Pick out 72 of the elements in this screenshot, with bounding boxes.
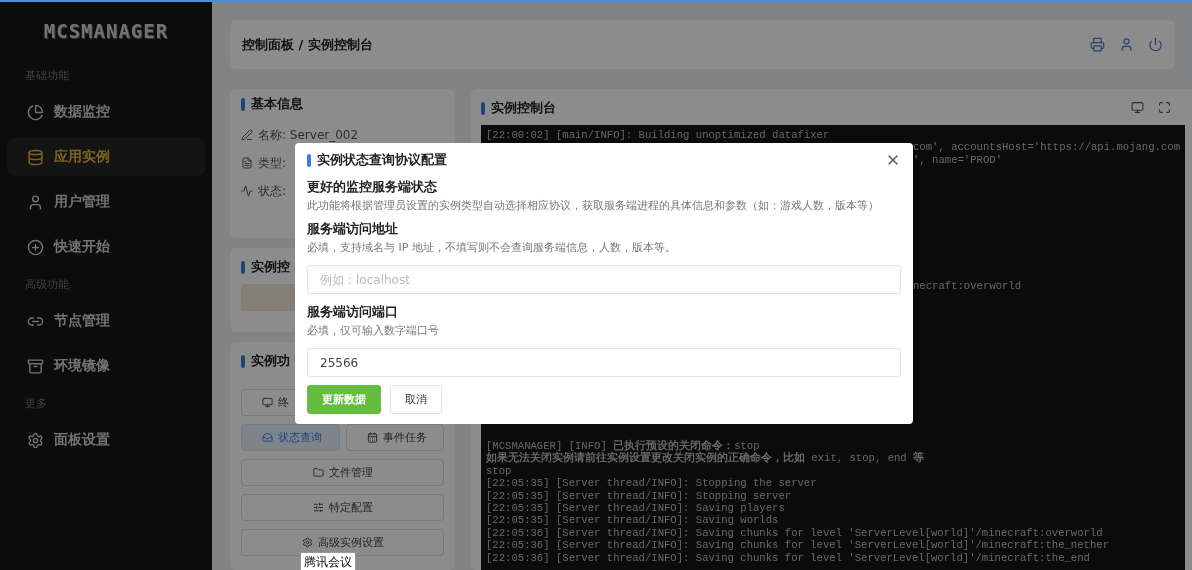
- title-bar: [307, 153, 311, 167]
- console-line: [22:05:35] [Server thread/INFO]: Saving players: [486, 502, 785, 515]
- printer-icon[interactable]: [1090, 37, 1105, 52]
- console-line: [22:05:35] [Server thread/INFO]: Saving worlds: [486, 514, 779, 527]
- console-line: stop: [486, 464, 512, 478]
- database-icon: [27, 148, 44, 166]
- sidebar-item[interactable]: 用户管理: [7, 183, 205, 221]
- archive-icon: [27, 357, 44, 375]
- field-hint: 此功能将根据管理员设置的实例类型自动选择相应协议，获取服务端进程的具体信息和参数（如：游戏人数，版本等）: [307, 198, 880, 213]
- user-icon[interactable]: [1119, 37, 1134, 52]
- logo: MCSMANAGER: [43, 20, 169, 42]
- info-text: 名称: Server_002: [258, 126, 359, 144]
- power-icon[interactable]: [1148, 37, 1163, 52]
- console-line: [22:05:36] [Server thread/INFO]: Saving chunks for level 'ServerLevel[world]'/minecraft:the_nether: [486, 539, 1109, 552]
- console-line: com', accountsHost='https://api.mojang.com: [913, 141, 1180, 154]
- console-line: [22:05:36] [Server thread/INFO]: Saving chunks for level 'ServerLevel[world]'/minecraft:overworld: [486, 526, 1103, 540]
- tooltip: 腾讯会议: [300, 552, 356, 570]
- field-hint: 必填，支持域名与 IP 地址，不填写则不会查询服务端信息，人数，版本等。: [307, 240, 677, 255]
- port-field[interactable]: 25566: [307, 348, 901, 377]
- title-bar: [241, 354, 245, 368]
- calendar-icon: [366, 432, 378, 443]
- card-title: 实例功: [251, 352, 290, 370]
- settings-icon: [301, 537, 313, 548]
- monitor-icon[interactable]: [1131, 100, 1144, 114]
- pie-chart-icon: [27, 103, 44, 121]
- pencil-icon: [241, 129, 253, 141]
- function-button[interactable]: 文件管理: [241, 459, 444, 486]
- update-button[interactable]: 更新数据: [307, 385, 381, 414]
- console-line: [22:05:35] [Server thread/INFO]: Stopping server: [486, 489, 792, 503]
- title-bar: [241, 97, 245, 111]
- card-title: 实例控: [251, 258, 290, 276]
- title-bar: [481, 101, 485, 115]
- inbox-icon: [262, 432, 273, 443]
- function-button[interactable]: 事件任务: [345, 424, 444, 451]
- pulse-icon: [241, 185, 253, 197]
- console-line: [22:05:35] [Server thread/INFO]: Stopping the server: [486, 477, 817, 490]
- field-heading: 服务端访问地址: [307, 221, 399, 238]
- console-line: [MCSMANAGER] [INFO] 已执行预设的关闭命令：stop: [486, 440, 760, 453]
- monitor-icon: [262, 397, 273, 408]
- console-line: [22:00:02] [main/INFO]: Building unoptimized datafixer: [486, 129, 830, 142]
- sidebar-item[interactable]: 面板设置: [7, 421, 205, 459]
- console-line: [22:05:36] [Server thread/INFO]: Saving chunks for level 'ServerLevel[world]'/minecraft:the_end: [486, 551, 1090, 565]
- folder-icon: [312, 467, 324, 478]
- info-text: 类型:: [258, 154, 287, 172]
- document-icon: [241, 157, 253, 169]
- sidebar-item[interactable]: 应用实例: [7, 138, 205, 176]
- function-button[interactable]: 高级实例设置: [241, 529, 444, 556]
- breadcrumb: 控制面板 / 实例控制台: [242, 35, 373, 54]
- sidebar-item[interactable]: 环境镜像: [7, 347, 205, 385]
- console-line: necraft:overworld: [913, 280, 1022, 293]
- info-text: 状态:: [258, 182, 287, 200]
- card-title: 实例控制台: [491, 99, 556, 117]
- cancel-button[interactable]: 取消: [390, 385, 442, 414]
- address-field[interactable]: 例如：localhost: [307, 265, 901, 294]
- settings-icon: [27, 431, 44, 449]
- field-hint: 必填，仅可输入数字端口号: [307, 323, 440, 338]
- card-title: 基本信息: [251, 95, 303, 113]
- user-icon: [27, 193, 44, 211]
- sidebar-item[interactable]: 快速开始: [7, 228, 205, 266]
- plus-circle-icon: [27, 238, 44, 256]
- sidebar-item[interactable]: 数据监控: [7, 93, 205, 131]
- title-bar: [241, 260, 245, 274]
- modal-title: 实例状态查询协议配置: [317, 151, 447, 169]
- fullscreen-icon[interactable]: [1158, 100, 1171, 114]
- sidebar-item[interactable]: 节点管理: [7, 302, 205, 340]
- console-line: ', name='PROD': [913, 153, 1002, 167]
- console-line: 如果无法关闭实例请前往实例设置更改关闭实例的正确命令，比如 exit, stop, end 等: [486, 452, 925, 465]
- function-button[interactable]: 状态查询: [241, 424, 340, 451]
- field-heading: 更好的监控服务端状态: [307, 179, 438, 196]
- field-heading: 服务端访问端口: [307, 304, 399, 321]
- function-button[interactable]: 特定配置: [241, 494, 444, 521]
- sliders-icon: [312, 502, 324, 513]
